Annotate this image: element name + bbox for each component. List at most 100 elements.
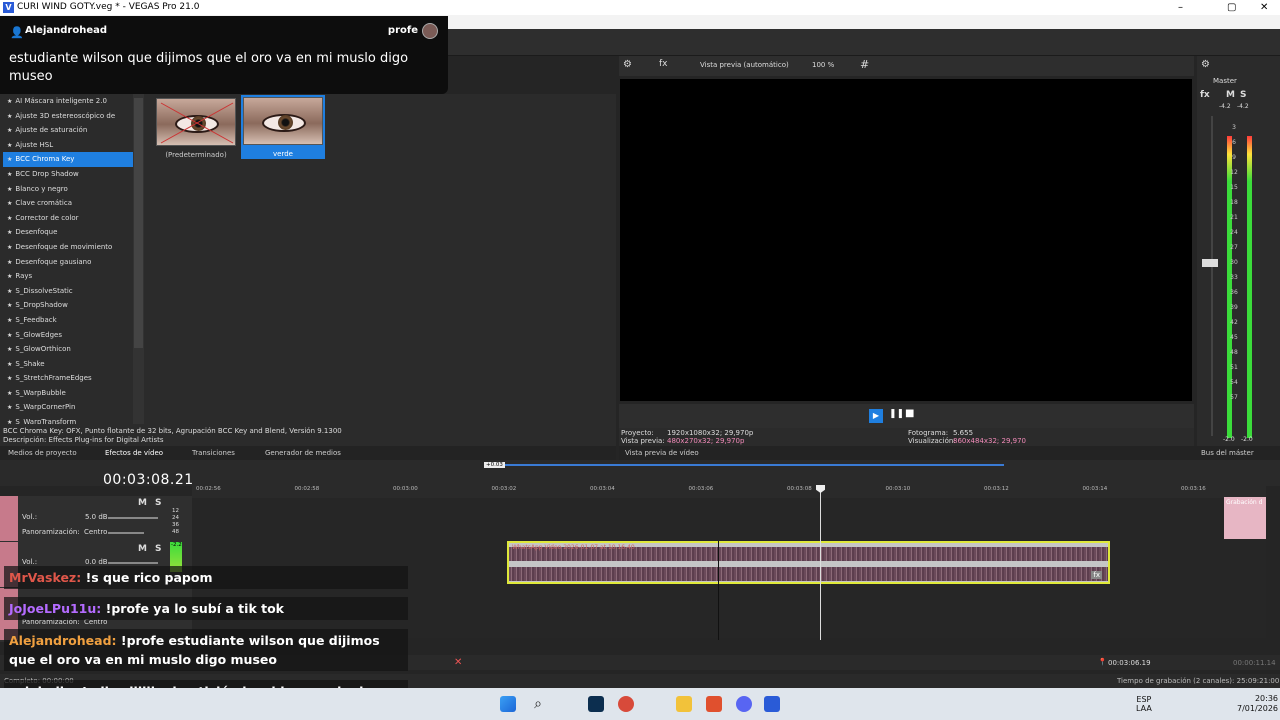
gear-icon[interactable]: ⚙ [623, 59, 632, 70]
tab-transitions[interactable]: Transiciones [192, 446, 235, 460]
effect-item[interactable]: ★ Blanco y negro [3, 182, 133, 197]
photoshop-icon[interactable] [588, 696, 604, 712]
mute-button[interactable]: M [138, 498, 147, 508]
search-icon[interactable]: ⌕ [530, 696, 546, 712]
video-preview [620, 79, 1192, 401]
clock[interactable]: 20:36 7/01/2026 [1237, 694, 1278, 714]
effect-item[interactable]: ★ BCC Drop Shadow [3, 167, 133, 182]
preset-verde[interactable]: verde [241, 95, 325, 159]
volume-slider[interactable] [108, 562, 158, 564]
effect-item-label: Clave cromática [15, 199, 72, 208]
recording-clip[interactable]: Grabación d [1224, 497, 1266, 539]
chat-username: MrVaskez: [9, 570, 82, 585]
effect-item[interactable]: ★ Ajuste HSL [3, 138, 133, 153]
solo-button[interactable]: S [155, 498, 161, 508]
delete-icon[interactable]: ✕ [454, 657, 462, 668]
tab-media-generators[interactable]: Generador de medios [265, 446, 341, 460]
timeline-ruler[interactable]: 00:02:56 00:02:58 00:03:00 00:03:02 00:03:04… [192, 484, 1266, 498]
effect-item-label: S_StretchFrameEdges [15, 374, 92, 383]
playhead[interactable] [820, 486, 821, 640]
windows-start-icon[interactable] [500, 696, 516, 712]
effect-item[interactable]: ★ Rays [3, 269, 133, 284]
no-preset-icon [160, 102, 234, 144]
effect-item[interactable]: ★ S_DissolveStatic [3, 284, 133, 299]
clip-fx-icon[interactable]: fx [1091, 571, 1102, 579]
effect-item-label: S_WarpCornerPin [15, 403, 76, 412]
meter-scale-label: 48 [1230, 349, 1238, 356]
volume-label: Vol.: [22, 558, 38, 566]
minimize-button[interactable]: – [1178, 0, 1183, 15]
pan-slider[interactable] [108, 532, 144, 534]
cursor-time: 00:03:06.19 [1108, 659, 1151, 667]
tab-video-preview[interactable]: Vista previa de vídeo [625, 446, 699, 460]
meter-scale-label: 42 [1230, 319, 1238, 326]
close-button[interactable]: ✕ [1260, 0, 1268, 15]
effect-item[interactable]: ★ Ajuste de saturación [3, 123, 133, 138]
master-fader[interactable] [1202, 259, 1218, 267]
effect-item[interactable]: ★ S_WarpCornerPin [3, 400, 133, 415]
tab-project-media[interactable]: Medios de proyecto [8, 446, 77, 460]
mute-button[interactable]: M [1226, 90, 1235, 100]
effect-item[interactable]: ★ Desenfoque [3, 225, 133, 240]
language-indicator[interactable]: ESP LAA [1136, 695, 1152, 713]
grid-icon[interactable]: # [860, 58, 869, 71]
tab-video-effects[interactable]: Efectos de vídeo [105, 446, 163, 460]
star-icon: ★ [7, 141, 13, 149]
vegas-taskbar-icon[interactable] [764, 696, 780, 712]
effect-item[interactable]: ★ Desenfoque gausiano [3, 255, 133, 270]
preset-default[interactable]: (Predeterminado) [154, 96, 238, 160]
fx-icon[interactable]: fx [1200, 90, 1210, 100]
effect-item[interactable]: ★ S_Shake [3, 357, 133, 372]
star-icon: ★ [7, 156, 13, 164]
ruler-tick-label: 00:03:16 [1181, 486, 1206, 492]
pause-icon[interactable]: ❚❚ [889, 409, 904, 419]
effect-item[interactable]: ★ S_WarpTransform [3, 415, 133, 424]
file-explorer-icon[interactable] [676, 696, 692, 712]
effects-scrollbar[interactable] [133, 94, 144, 424]
timeline-timecode: 00:03:08.21 [103, 472, 194, 488]
effect-item[interactable]: ★ S_StretchFrameEdges [3, 371, 133, 386]
effect-item-label: AI Máscara inteligente 2.0 [15, 97, 107, 105]
chrome-icon[interactable] [618, 696, 634, 712]
tab-master-bus[interactable]: Bus del máster [1201, 446, 1254, 460]
effect-item[interactable]: ★ S_GlowEdges [3, 328, 133, 343]
volume-slider[interactable] [108, 517, 158, 519]
star-icon: ★ [7, 243, 13, 251]
maximize-button[interactable]: ▢ [1227, 0, 1236, 15]
discord-icon[interactable] [736, 696, 752, 712]
chat-message-1: MrVaskez: !s que rico papom [4, 566, 408, 589]
effect-item[interactable]: ★ Corrector de color [3, 211, 133, 226]
effect-item[interactable]: ★ Ajuste 3D estereoscópico de [3, 109, 133, 124]
scrollbar-thumb[interactable] [134, 98, 143, 348]
gear-icon[interactable]: ⚙ [1201, 59, 1210, 70]
audio-clip[interactable]: WhatsApp Video 2026-01-07 at 10.16.40 fx [507, 541, 1110, 584]
preview-controls: ▶ ❚❚ ■ [619, 404, 1194, 428]
zoom-select[interactable]: 100 % [812, 61, 834, 69]
stop-icon[interactable]: ■ [905, 408, 914, 419]
mute-button[interactable]: M [138, 544, 147, 554]
volume-value: 5.0 dB [85, 513, 108, 521]
star-icon: ★ [7, 331, 13, 339]
effect-item[interactable]: ★ S_DropShadow [3, 298, 133, 313]
chat-text: !profe ya lo subí a tik tok [105, 601, 284, 616]
effect-item[interactable]: ★ S_Feedback [3, 313, 133, 328]
fx-icon[interactable]: fx [659, 59, 668, 69]
effect-item[interactable]: ★ S_GlowOrthicon [3, 342, 133, 357]
effect-item[interactable]: ★ Desenfoque de movimiento [3, 240, 133, 255]
effect-item[interactable]: ★ AI Máscara inteligente 2.0 [3, 94, 133, 109]
effect-item-label: Desenfoque de movimiento [15, 242, 113, 251]
preview-mode-select[interactable]: Vista previa (automático) [700, 61, 789, 69]
loop-region[interactable] [484, 464, 1004, 466]
effect-item[interactable]: ★ BCC Chroma Key [3, 152, 133, 167]
star-icon: ★ [7, 98, 13, 105]
star-icon: ★ [7, 229, 13, 237]
brave-icon[interactable] [706, 696, 722, 712]
solo-button[interactable]: S [155, 544, 161, 554]
display-label: Visualización: [908, 437, 956, 445]
marker-icon: 📍 [1098, 658, 1107, 666]
effect-item-label: Desenfoque [15, 228, 58, 237]
effect-item[interactable]: ★ S_WarpBubble [3, 386, 133, 401]
play-icon[interactable]: ▶ [869, 409, 883, 423]
solo-button[interactable]: S [1240, 90, 1246, 100]
effect-item[interactable]: ★ Clave cromática [3, 196, 133, 211]
